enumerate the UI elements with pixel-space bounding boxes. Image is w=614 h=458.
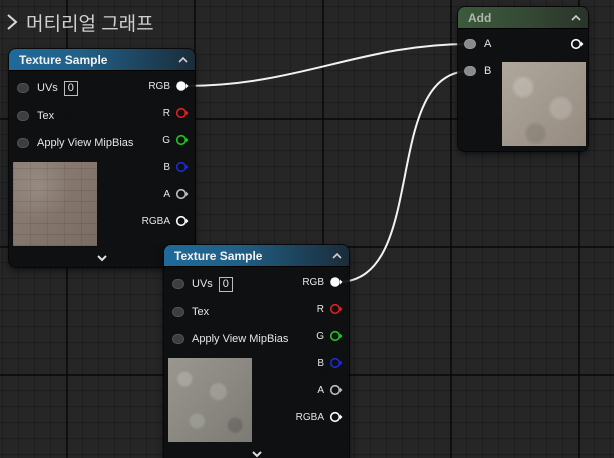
- add-input-b-label: B: [484, 65, 492, 77]
- texture-sample-1-preview: [13, 162, 97, 246]
- output-pin-a-icon[interactable]: [175, 188, 189, 200]
- tex2-input-tex[interactable]: Tex: [172, 303, 209, 321]
- wire-tex1-rgb-to-add-a[interactable]: [183, 43, 471, 87]
- tex2-uvs-value-field[interactable]: 0: [218, 276, 233, 292]
- graph-breadcrumb: 머티리얼 그래프: [0, 2, 154, 42]
- output-pin-icon[interactable]: [570, 38, 584, 50]
- tex2-output-rgb-label: RGB: [302, 276, 324, 288]
- chevron-right-icon[interactable]: [2, 12, 22, 32]
- tex2-output-b-label: B: [317, 357, 324, 369]
- tex2-input-mipbias-label: Apply View MipBias: [192, 333, 289, 345]
- collapse-up-icon[interactable]: [177, 54, 189, 66]
- input-pin-icon[interactable]: [172, 334, 184, 344]
- input-pin-icon[interactable]: [17, 138, 29, 148]
- tex1-output-a-label: A: [163, 188, 170, 200]
- tex2-output-a[interactable]: A: [317, 381, 343, 399]
- collapse-up-icon[interactable]: [570, 12, 582, 24]
- tex2-input-tex-label: Tex: [192, 306, 210, 318]
- tex1-output-r[interactable]: R: [163, 104, 189, 122]
- add-node-title: Add: [468, 10, 492, 25]
- input-pin-icon[interactable]: [17, 83, 29, 93]
- texture-sample-node-1[interactable]: Texture Sample UVs 0 Tex Apply View MipB…: [9, 49, 195, 267]
- tex1-output-rgba-label: RGBA: [141, 215, 170, 227]
- texture-sample-node-2[interactable]: Texture Sample UVs 0 Tex Apply View MipB…: [164, 245, 349, 458]
- collapse-up-icon[interactable]: [331, 250, 343, 262]
- wire-tex2-rgb-to-add-b[interactable]: [337, 70, 471, 283]
- tex1-input-mipbias-label: Apply View MipBias: [37, 137, 134, 149]
- tex2-output-rgb[interactable]: RGB: [302, 273, 343, 291]
- tex1-input-mipbias[interactable]: Apply View MipBias: [17, 134, 133, 152]
- input-pin-icon[interactable]: [172, 307, 184, 317]
- tex2-output-rgba-label: RGBA: [295, 411, 324, 423]
- tex1-output-g-label: G: [162, 134, 170, 146]
- tex1-output-b[interactable]: B: [163, 158, 189, 176]
- texture-sample-1-title: Texture Sample: [19, 52, 108, 67]
- input-pin-icon[interactable]: [172, 279, 184, 289]
- tex1-output-a[interactable]: A: [163, 185, 189, 203]
- output-pin-r-icon[interactable]: [329, 303, 343, 315]
- output-pin-rgba-icon[interactable]: [329, 411, 343, 423]
- graph-title: 머티리얼 그래프: [26, 13, 154, 35]
- input-pin-icon[interactable]: [17, 111, 29, 121]
- add-node[interactable]: Add A B: [458, 7, 588, 151]
- tex1-output-r-label: R: [162, 107, 170, 119]
- output-pin-rgb-icon[interactable]: [175, 80, 189, 92]
- texture-sample-1-header[interactable]: Texture Sample: [9, 49, 195, 71]
- tex2-output-a-label: A: [317, 384, 324, 396]
- tex2-output-rgba[interactable]: RGBA: [296, 408, 343, 426]
- output-pin-a-icon[interactable]: [329, 384, 343, 396]
- tex1-input-tex-label: Tex: [37, 110, 55, 122]
- tex2-output-r[interactable]: R: [317, 300, 343, 318]
- output-pin-rgb-icon[interactable]: [329, 276, 343, 288]
- texture-sample-2-title: Texture Sample: [174, 248, 263, 263]
- tex2-input-uvs[interactable]: UVs 0: [172, 275, 233, 293]
- tex2-output-g-label: G: [316, 330, 324, 342]
- input-pin-icon[interactable]: [464, 66, 476, 76]
- tex1-output-rgb[interactable]: RGB: [148, 77, 189, 95]
- tex1-output-rgb-label: RGB: [148, 80, 170, 92]
- output-pin-b-icon[interactable]: [175, 161, 189, 173]
- add-input-a[interactable]: A: [464, 35, 491, 53]
- output-pin-g-icon[interactable]: [175, 134, 189, 146]
- add-node-header[interactable]: Add: [458, 7, 588, 29]
- tex1-input-uvs-label: UVs: [37, 82, 58, 94]
- texture-sample-2-header[interactable]: Texture Sample: [164, 245, 349, 267]
- tex1-output-g[interactable]: G: [162, 131, 189, 149]
- output-pin-b-icon[interactable]: [329, 357, 343, 369]
- chevron-down-icon[interactable]: [250, 450, 264, 458]
- material-graph-canvas[interactable]: 머티리얼 그래프 Add A B Texture Sample UVs 0 Te…: [0, 0, 614, 458]
- output-pin-r-icon[interactable]: [175, 107, 189, 119]
- tex2-input-uvs-label: UVs: [192, 278, 213, 290]
- tex1-output-rgba[interactable]: RGBA: [142, 212, 189, 230]
- add-input-b[interactable]: B: [464, 62, 491, 80]
- tex2-output-b[interactable]: B: [317, 354, 343, 372]
- tex1-output-b-label: B: [163, 161, 170, 173]
- add-node-preview: [502, 62, 586, 146]
- output-pin-g-icon[interactable]: [329, 330, 343, 342]
- tex2-output-r-label: R: [316, 303, 324, 315]
- output-pin-rgba-icon[interactable]: [175, 215, 189, 227]
- add-input-a-label: A: [484, 38, 492, 50]
- input-pin-icon[interactable]: [464, 39, 476, 49]
- tex1-input-uvs[interactable]: UVs 0: [17, 79, 78, 97]
- texture-sample-2-preview: [168, 358, 252, 442]
- tex1-input-tex[interactable]: Tex: [17, 107, 54, 125]
- tex2-output-g[interactable]: G: [316, 327, 343, 345]
- tex1-uvs-value-field[interactable]: 0: [63, 80, 78, 96]
- tex2-input-mipbias[interactable]: Apply View MipBias: [172, 330, 288, 348]
- chevron-down-icon[interactable]: [95, 254, 109, 264]
